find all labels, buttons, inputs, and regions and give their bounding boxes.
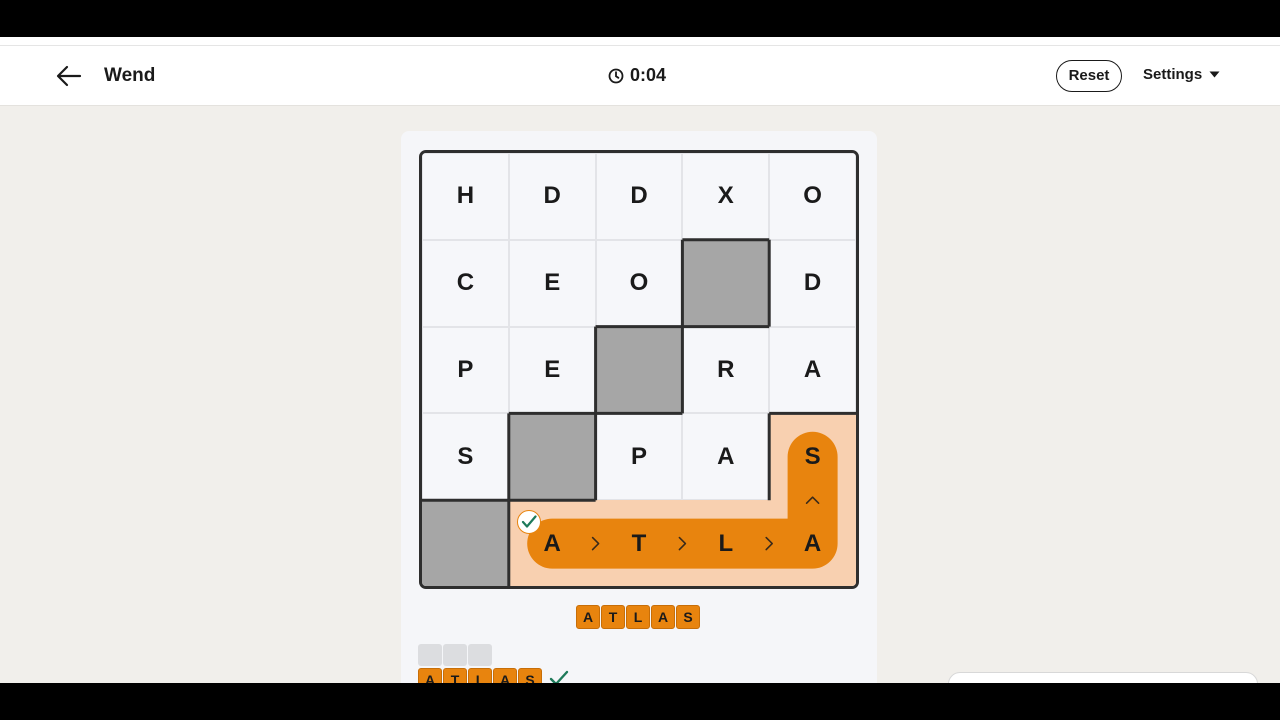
path-letter[interactable]: S <box>769 413 856 500</box>
blocked-cell <box>508 413 596 501</box>
letter-cell[interactable]: D <box>595 153 683 240</box>
timer: 0:04 <box>608 65 666 86</box>
game-board: HDDXOCEODPERASPASATLAATLAS <box>419 150 859 589</box>
clock-icon <box>608 68 624 83</box>
letter-cell[interactable]: S <box>422 413 509 501</box>
word-tile: A <box>651 605 675 629</box>
caret-down-icon <box>1209 71 1220 78</box>
timer-value: 0:04 <box>630 65 667 85</box>
letter-cell[interactable]: D <box>508 153 596 240</box>
letterbox-bottom <box>0 683 1280 720</box>
letter-cell[interactable]: E <box>508 326 596 414</box>
blocked-cell <box>422 500 509 586</box>
history-empty-tile <box>443 644 467 666</box>
reset-button[interactable]: Reset <box>1056 60 1122 92</box>
letter-cell[interactable]: P <box>422 326 509 414</box>
letter-cell[interactable]: R <box>682 326 770 414</box>
checkmark-icon <box>521 515 537 528</box>
letter-cell[interactable]: A <box>682 413 770 501</box>
blocked-cell <box>682 239 770 327</box>
letterbox-top <box>0 0 1280 37</box>
letter-cell[interactable]: H <box>422 153 509 240</box>
history-empty-tile <box>418 644 442 666</box>
found-word-badge <box>517 510 541 534</box>
game-header: Wend 0:04 Reset Settings <box>0 46 1280 106</box>
current-word: ATLAS <box>576 605 700 629</box>
top-strip <box>0 37 1280 46</box>
path-letter[interactable]: T <box>596 500 683 586</box>
letter-cell[interactable]: C <box>422 239 509 327</box>
path-letter[interactable]: L <box>682 500 769 586</box>
letter-cell[interactable]: X <box>682 153 770 240</box>
path-letter[interactable]: A <box>769 500 856 586</box>
history-empty-slots <box>418 644 492 666</box>
word-tile: A <box>576 605 600 629</box>
letter-cell[interactable]: A <box>769 326 856 414</box>
word-tile: S <box>676 605 700 629</box>
letter-cell[interactable]: O <box>595 239 683 327</box>
settings-dropdown[interactable]: Settings <box>1143 66 1220 83</box>
letter-cell[interactable]: E <box>508 239 596 327</box>
settings-label: Settings <box>1143 66 1203 83</box>
letter-cell[interactable]: P <box>595 413 683 501</box>
game-title: Wend <box>104 65 156 86</box>
blocked-cell <box>595 326 683 414</box>
history-empty-tile <box>468 644 492 666</box>
back-button[interactable] <box>54 62 84 90</box>
letter-cell[interactable]: D <box>769 239 856 327</box>
word-tile: L <box>626 605 650 629</box>
letter-cell[interactable]: O <box>769 153 856 240</box>
arrow-left-icon <box>56 65 82 87</box>
word-tile: T <box>601 605 625 629</box>
